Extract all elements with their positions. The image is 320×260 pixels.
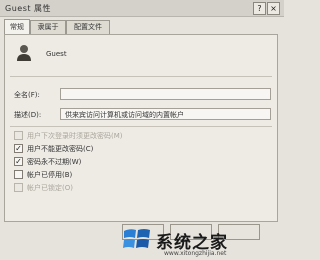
checkbox-label: 用户下次登录时须更改密码(M) [27, 132, 123, 140]
description-label: 描述(D): [14, 111, 42, 119]
fullname-input[interactable] [60, 88, 271, 100]
windows-logo-icon [123, 229, 150, 248]
user-name: Guest [46, 50, 67, 58]
checkbox-box[interactable]: ✓ [14, 144, 23, 153]
separator [10, 126, 272, 127]
watermark: 系统之家 www.xitongzhijia.net [118, 220, 284, 260]
checkbox-box[interactable]: ✓ [14, 157, 23, 166]
checkbox-label: 帐户已停用(B) [27, 171, 73, 179]
user-icon [17, 45, 31, 61]
title-bar: Guest 属性 ? × [0, 0, 284, 17]
checkbox-label: 帐户已锁定(O) [27, 184, 73, 192]
tab-member-of[interactable]: 隶属于 [30, 20, 66, 34]
checkbox-box[interactable] [14, 183, 23, 192]
help-button[interactable]: ? [253, 2, 266, 15]
general-panel [4, 34, 278, 222]
tab-profile[interactable]: 配置文件 [66, 20, 110, 34]
checkbox-label: 密码永不过期(W) [27, 158, 82, 166]
checkbox-box[interactable] [14, 170, 23, 179]
fullname-label: 全名(F): [14, 91, 40, 99]
description-input[interactable]: 供来宾访问计算机或访问域的内置帐户 [60, 108, 271, 120]
tab-general[interactable]: 常规 [4, 19, 30, 34]
close-button[interactable]: × [267, 2, 280, 15]
checkbox-box[interactable] [14, 131, 23, 140]
checkbox-label: 用户不能更改密码(C) [27, 145, 94, 153]
window-title: Guest 属性 [5, 4, 52, 13]
watermark-url: www.xitongzhijia.net [164, 250, 227, 257]
separator [10, 76, 272, 77]
